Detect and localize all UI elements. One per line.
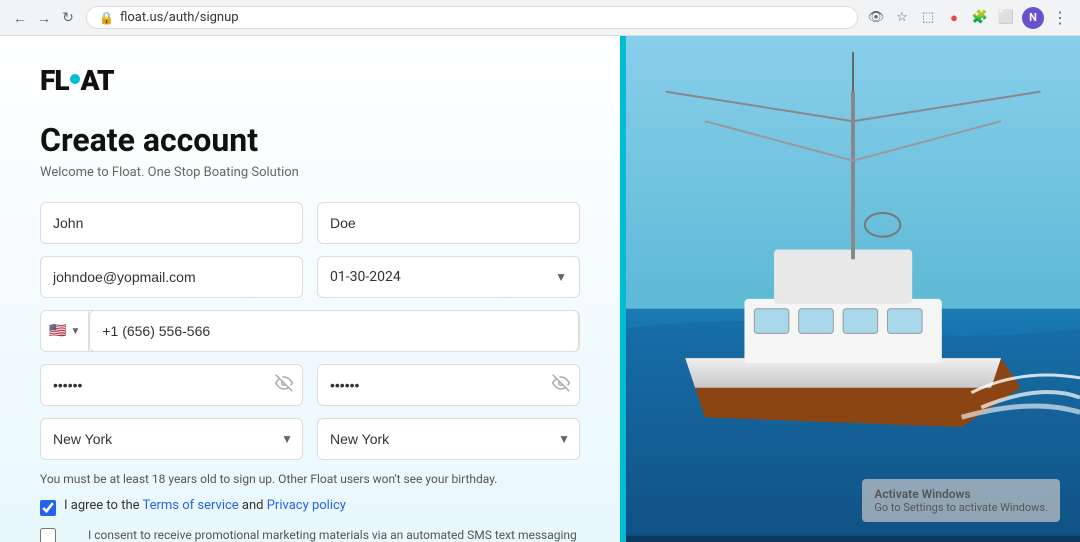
phone-flag-selector[interactable]: 🇺🇸 ▼: [41, 311, 89, 351]
browser-chrome: ← → ↻ 🔒 float.us/auth/signup 👁 ☆ ⬚ ● 🧩 ⬜…: [0, 0, 1080, 36]
terms-checkbox[interactable]: [40, 500, 56, 516]
sms-consent-row: I consent to receive promotional marketi…: [40, 526, 580, 542]
confirm-password-field: [317, 364, 580, 406]
eye-toggle-icon[interactable]: 👁: [866, 8, 886, 28]
page-title: Create account: [40, 121, 580, 159]
confirm-password-eye-icon[interactable]: [552, 374, 570, 396]
logo-at: AT: [81, 64, 114, 97]
boat-illustration: [626, 36, 1080, 542]
profile-avatar[interactable]: N: [1022, 7, 1044, 29]
logo: FL AT: [40, 64, 580, 97]
password-input[interactable]: [40, 364, 303, 406]
boat-scene: Activate Windows Go to Settings to activ…: [626, 36, 1080, 542]
address-bar[interactable]: 🔒 float.us/auth/signup: [86, 6, 858, 29]
terms-prefix: I agree to the: [64, 498, 142, 513]
terms-label[interactable]: I agree to the Terms of service and Priv…: [64, 498, 346, 513]
password-field: [40, 364, 303, 406]
first-name-input[interactable]: [40, 202, 303, 244]
menu-icon[interactable]: ⋮: [1050, 8, 1070, 28]
logo-text: FL AT: [40, 64, 114, 97]
confirm-password-input[interactable]: [317, 364, 580, 406]
city-select[interactable]: New York Buffalo Albany: [317, 418, 580, 460]
phone-input-container: 🇺🇸 ▼: [40, 310, 580, 352]
sms-consent-text: I consent to receive promotional marketi…: [64, 526, 580, 542]
form-panel: FL AT Create account Welcome to Float. On…: [0, 36, 620, 542]
activate-subtitle: Go to Settings to activate Windows.: [874, 501, 1048, 514]
name-row: [40, 202, 580, 244]
activate-windows-overlay: Activate Windows Go to Settings to activ…: [862, 479, 1060, 522]
state-field: New York California Texas Florida ▼: [40, 418, 303, 460]
cast-icon[interactable]: ⬜: [996, 8, 1016, 28]
phone-row: 🇺🇸 ▼: [40, 310, 580, 352]
last-name-field: [317, 202, 580, 244]
activate-title: Activate Windows: [874, 487, 1048, 501]
logo-dot-icon: [70, 74, 80, 84]
nav-buttons: ← → ↻: [10, 8, 78, 28]
email-dob-row: 01-30-2024 ▼: [40, 256, 580, 298]
flag-icon: 🇺🇸: [49, 323, 66, 339]
city-field: New York Buffalo Albany ▼: [317, 418, 580, 460]
sms-consent-checkbox[interactable]: [40, 528, 56, 542]
page-subtitle: Welcome to Float. One Stop Boating Solut…: [40, 165, 580, 180]
forward-button[interactable]: →: [34, 8, 54, 28]
password-row: [40, 364, 580, 406]
image-panel: Activate Windows Go to Settings to activ…: [626, 36, 1080, 542]
sms-consent-label: I consent to receive promotional marketi…: [88, 526, 580, 542]
terms-and: and: [239, 498, 267, 513]
screenshot-icon[interactable]: ⬚: [918, 8, 938, 28]
extensions-icon[interactable]: ●: [944, 8, 964, 28]
lock-icon: 🔒: [99, 11, 114, 25]
dob-value: 01-30-2024: [330, 269, 401, 285]
flag-chevron: ▼: [70, 326, 80, 337]
state-select[interactable]: New York California Texas Florida: [40, 418, 303, 460]
terms-of-service-link[interactable]: Terms of service: [142, 498, 238, 513]
browser-toolbar-icons: 👁 ☆ ⬚ ● 🧩 ⬜ N ⋮: [866, 7, 1070, 29]
back-button[interactable]: ←: [10, 8, 30, 28]
star-icon[interactable]: ☆: [892, 8, 912, 28]
dob-input[interactable]: 01-30-2024 ▼: [317, 256, 580, 298]
logo-fl: FL: [40, 64, 69, 97]
email-field: [40, 256, 303, 298]
password-eye-icon[interactable]: [275, 374, 293, 396]
phone-field: 🇺🇸 ▼: [40, 310, 580, 352]
dob-dropdown-icon: ▼: [555, 270, 567, 284]
age-notice: You must be at least 18 years old to sig…: [40, 472, 580, 486]
location-row: New York California Texas Florida ▼ New …: [40, 418, 580, 460]
puzzle-icon[interactable]: 🧩: [970, 8, 990, 28]
main-content: FL AT Create account Welcome to Float. On…: [0, 36, 1080, 542]
phone-number-input[interactable]: [89, 310, 579, 352]
first-name-field: [40, 202, 303, 244]
email-input[interactable]: [40, 256, 303, 298]
url-text: float.us/auth/signup: [120, 10, 239, 25]
last-name-input[interactable]: [317, 202, 580, 244]
dob-field: 01-30-2024 ▼: [317, 256, 580, 298]
privacy-policy-link[interactable]: Privacy policy: [267, 498, 346, 513]
terms-checkbox-row: I agree to the Terms of service and Priv…: [40, 498, 580, 516]
refresh-button[interactable]: ↻: [58, 8, 78, 28]
